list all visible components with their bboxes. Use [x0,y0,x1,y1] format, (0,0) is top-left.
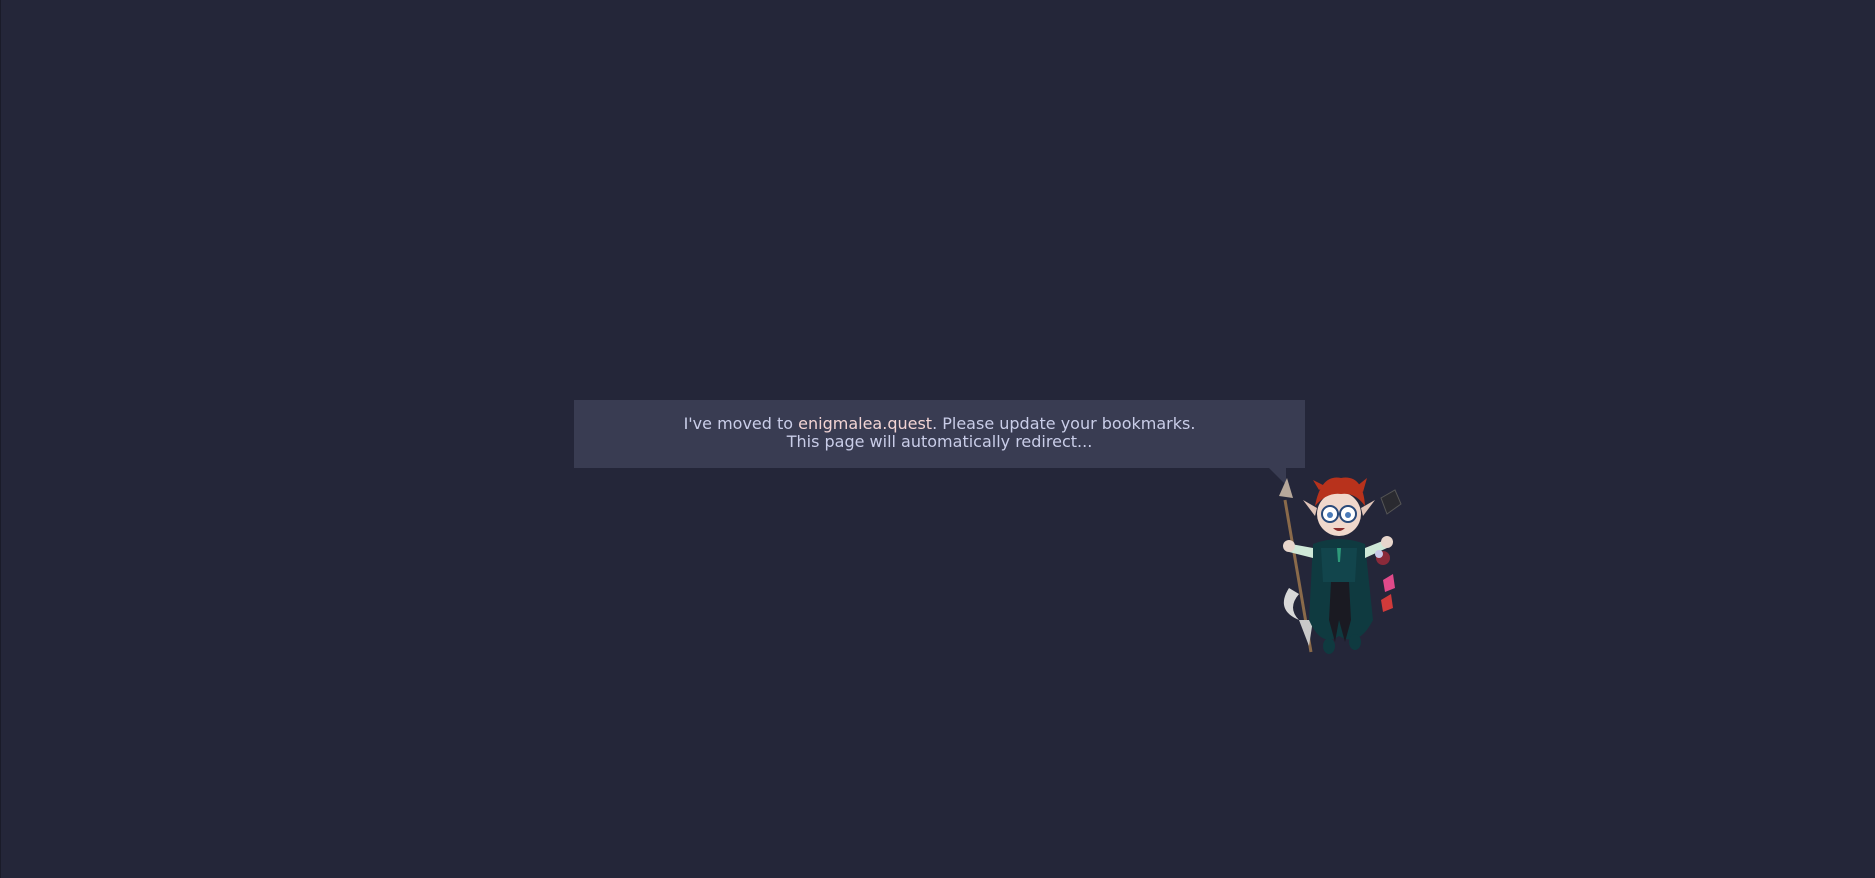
mascot-illustration [1279,477,1402,654]
speech-bubble: I've moved to enigmalea.quest. Please up… [574,400,1305,485]
message-line-2: This page will automatically redirect... [786,432,1093,451]
message-suffix: . Please update your bookmarks. [932,414,1196,433]
redirect-page: I've moved to enigmalea.quest. Please up… [0,0,1875,878]
message-line-1: I've moved to enigmalea.quest. Please up… [574,415,1305,433]
message-prefix: I've moved to [683,414,799,433]
new-site-link[interactable]: enigmalea.quest [798,414,932,433]
